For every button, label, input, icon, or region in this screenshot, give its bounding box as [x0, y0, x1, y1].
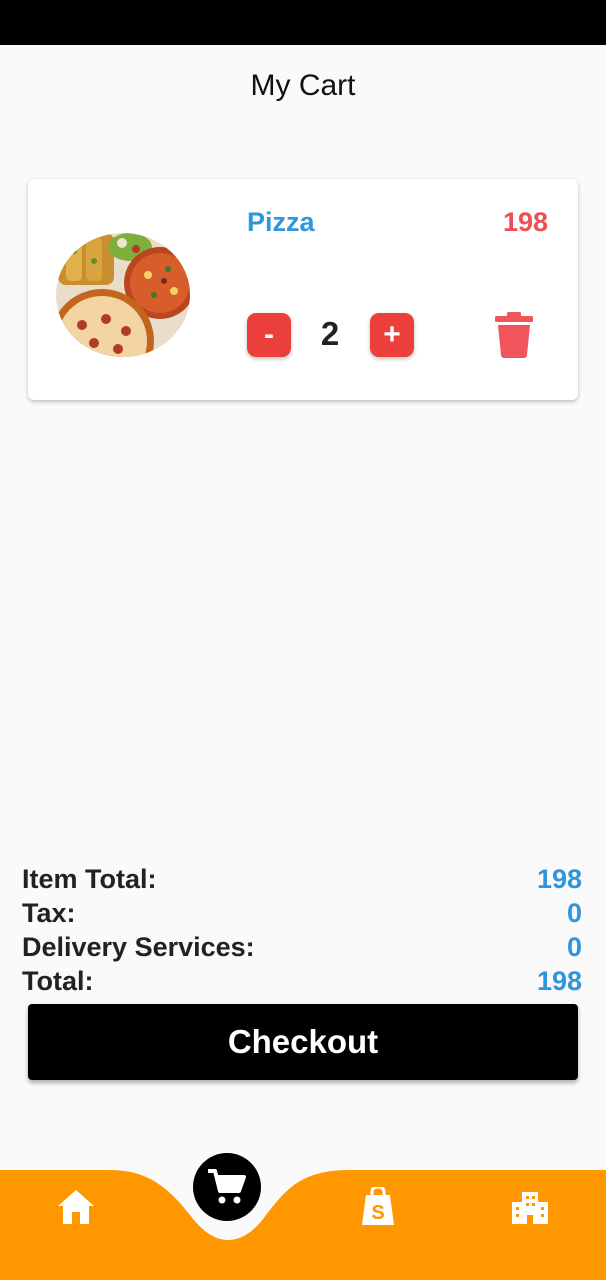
summary-row-total: Total: 198	[22, 964, 582, 998]
cart-icon[interactable]	[193, 1153, 261, 1221]
item-price: 198	[502, 207, 548, 237]
cart-item-card: Pizza 198 - 2 +	[28, 179, 578, 400]
tax-label: Tax:	[22, 897, 76, 928]
total-label: Total:	[22, 965, 94, 996]
tax-value: 0	[566, 897, 582, 928]
pizza-photo	[56, 233, 190, 357]
order-summary: Item Total: 198 Tax: 0 Delivery Services…	[22, 862, 582, 998]
checkout-button[interactable]: Checkout	[28, 1004, 578, 1080]
item-total-value: 198	[536, 863, 582, 894]
increment-button[interactable]: +	[370, 313, 414, 357]
delivery-value: 0	[566, 931, 582, 962]
home-icon[interactable]	[58, 1190, 94, 1224]
page-title: My Cart	[250, 69, 356, 102]
total-value: 198	[536, 965, 582, 996]
status-bar	[0, 0, 606, 45]
decrement-button[interactable]: -	[247, 313, 291, 357]
shopping-bag-icon[interactable]: S	[362, 1185, 394, 1225]
city-icon[interactable]	[512, 1188, 548, 1224]
summary-row-tax: Tax: 0	[22, 896, 582, 930]
trash-icon[interactable]	[495, 312, 533, 358]
svg-text:S: S	[371, 1202, 384, 1224]
app-bar: My Cart	[0, 45, 606, 127]
item-total-label: Item Total:	[22, 863, 157, 894]
quantity-value: 2	[320, 315, 340, 352]
delivery-label: Delivery Services:	[22, 931, 255, 962]
summary-row-delivery: Delivery Services: 0	[22, 930, 582, 964]
summary-row-item-total: Item Total: 198	[22, 862, 582, 896]
item-name[interactable]: Pizza	[247, 207, 315, 238]
